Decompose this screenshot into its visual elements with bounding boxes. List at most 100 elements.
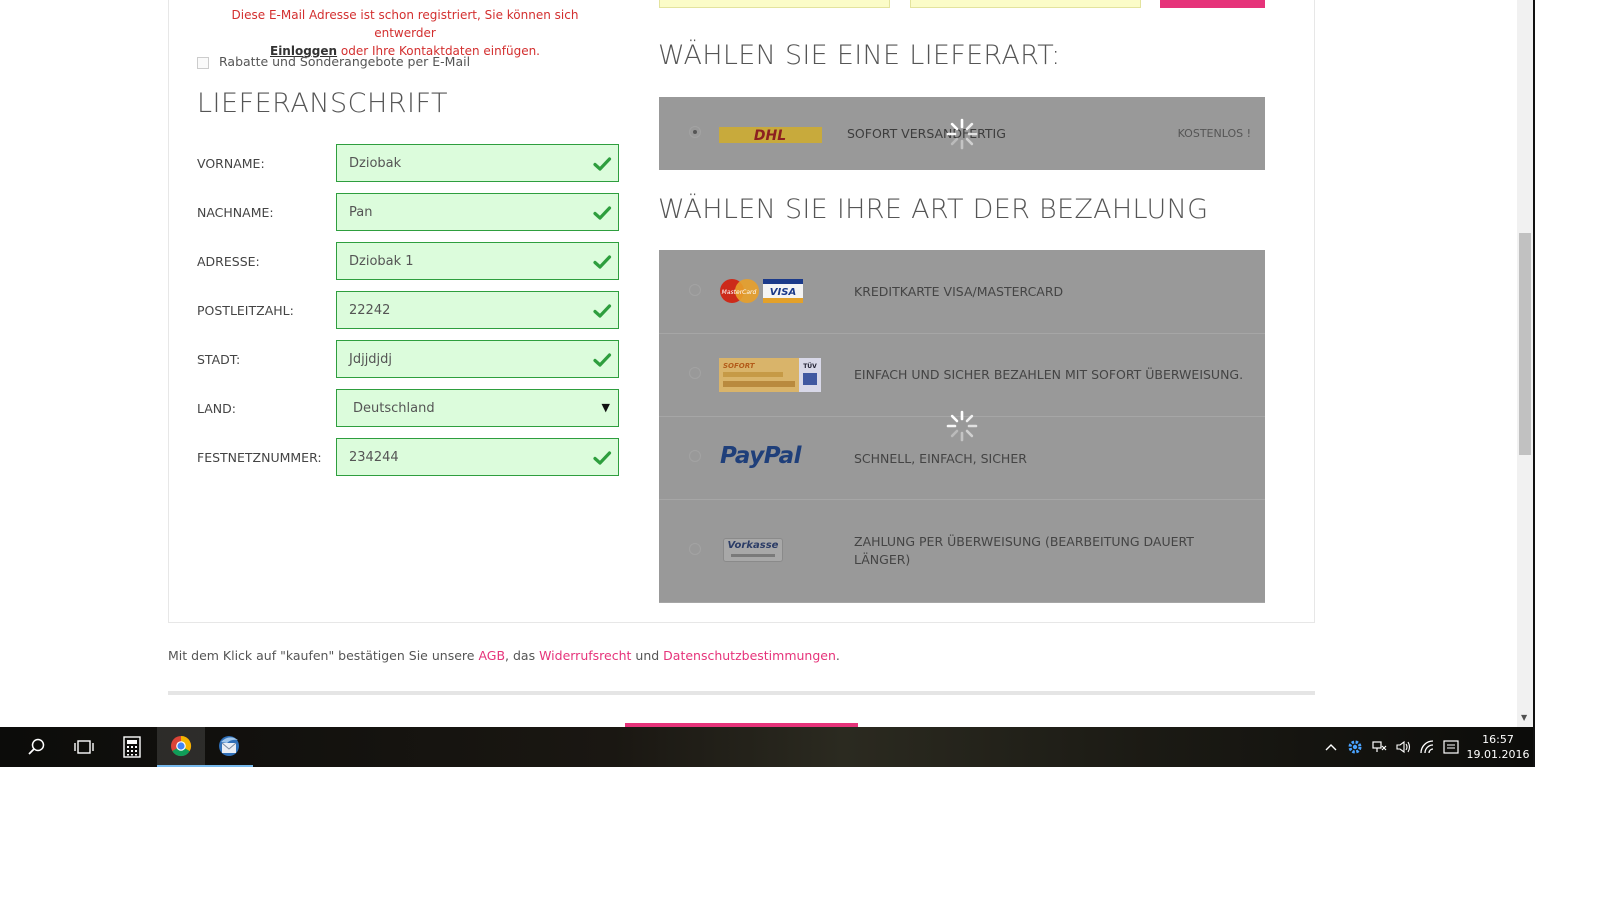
- form-row-vorname: VORNAME: Dziobak: [197, 144, 621, 182]
- system-tray: 16:57 19.01.2016: [1319, 727, 1533, 767]
- payment-radio[interactable]: [689, 450, 701, 462]
- payment-radio[interactable]: [689, 543, 701, 555]
- login-password-input[interactable]: [910, 0, 1141, 8]
- form-row-stadt: STADT: Jdjjdjdj: [197, 340, 621, 378]
- settings-gear-icon[interactable]: [1343, 727, 1367, 767]
- scroll-down-arrow-icon[interactable]: ▼: [1521, 713, 1527, 722]
- vorname-input[interactable]: Dziobak: [336, 144, 619, 182]
- legal-sep: , das: [505, 648, 536, 663]
- window-edge: [1533, 0, 1535, 767]
- svg-text:VISA: VISA: [770, 287, 796, 298]
- stadt-input[interactable]: Jdjjdjdj: [336, 340, 619, 378]
- delivery-heading: LIEFERANSCHRIFT: [197, 88, 449, 119]
- adresse-value: Dziobak 1: [349, 253, 414, 269]
- payment-radio[interactable]: [689, 284, 701, 296]
- widerrufsrecht-link[interactable]: Widerrufsrecht: [539, 648, 631, 663]
- agb-link[interactable]: AGB: [478, 648, 505, 663]
- shipping-label: SOFORT VERSANDFERTIG: [847, 126, 1006, 141]
- clock-time: 16:57: [1482, 733, 1514, 746]
- newsletter-label: Rabatte und Sonderangebote per E-Mail: [219, 54, 471, 69]
- wifi-icon[interactable]: [1415, 727, 1439, 767]
- newsletter-checkbox[interactable]: [197, 56, 209, 69]
- page-scrollbar[interactable]: ▼: [1517, 0, 1533, 727]
- login-button[interactable]: [1160, 0, 1265, 8]
- thunderbird-icon: [219, 736, 239, 756]
- form-row-nachname: NACHNAME: Pan: [197, 193, 621, 231]
- payment-option-sofort[interactable]: SOFORT TÜV EINFACH UND SICHER BEZAHLEN M…: [659, 334, 1265, 417]
- stadt-label: STADT:: [197, 351, 241, 367]
- vorkasse-logo-text: Vorkasse: [727, 540, 779, 551]
- postleitzahl-label: POSTLEITZAHL:: [197, 302, 294, 318]
- postleitzahl-input[interactable]: 22242: [336, 291, 619, 329]
- thunderbird-taskbar-button[interactable]: [205, 727, 253, 767]
- festnetz-label: FESTNETZNUMMER:: [197, 449, 322, 465]
- action-center-icon[interactable]: [1439, 727, 1463, 767]
- land-value: Deutschland: [353, 400, 435, 416]
- checkmark-icon: [593, 157, 612, 171]
- volume-icon[interactable]: [1391, 727, 1415, 767]
- shipping-heading: WÄHLEN SIE EINE LIEFERART:: [658, 40, 1061, 71]
- svg-text:TÜV: TÜV: [803, 363, 817, 370]
- chrome-icon: [171, 735, 192, 757]
- show-hidden-icons-chevron-icon[interactable]: [1319, 727, 1343, 767]
- login-email-input[interactable]: [659, 0, 890, 8]
- payment-label-sofort: EINFACH UND SICHER BEZAHLEN MIT SOFORT Ü…: [854, 367, 1244, 382]
- payment-label-paypal: SCHNELL, EINFACH, SICHER: [854, 451, 1027, 466]
- checkmark-icon: [593, 255, 612, 269]
- payment-option-creditcard[interactable]: MasterCard VISA KREDITKARTE VISA/MASTERC…: [659, 250, 1265, 334]
- legal-suffix: .: [835, 648, 840, 663]
- svg-text:MasterCard: MasterCard: [722, 289, 757, 296]
- loading-spinner-icon: [946, 118, 978, 150]
- dropdown-arrow-icon: ▼: [601, 401, 610, 414]
- network-disconnected-icon[interactable]: [1367, 727, 1391, 767]
- payment-label-vorkasse: ZAHLUNG PER ÜBERWEISUNG (BEARBEITUNG DAU…: [854, 534, 1194, 567]
- nachname-input[interactable]: Pan: [336, 193, 619, 231]
- legal-prefix: Mit dem Klick auf "kaufen" bestätigen Si…: [168, 648, 475, 663]
- form-row-postleitzahl: POSTLEITZAHL: 22242: [197, 291, 621, 329]
- festnetz-value: 234244: [349, 449, 399, 465]
- form-row-adresse: ADRESSE: Dziobak 1: [197, 242, 621, 280]
- payment-label-creditcard: KREDITKARTE VISA/MASTERCARD: [854, 284, 1064, 299]
- shipping-radio[interactable]: [689, 126, 701, 138]
- checkmark-icon: [593, 304, 612, 318]
- calculator-icon: [123, 736, 141, 758]
- chrome-taskbar-button[interactable]: [157, 727, 205, 767]
- error-text: Diese E-Mail Adresse ist schon registrie…: [231, 8, 579, 40]
- nachname-label: NACHNAME:: [197, 204, 274, 220]
- postleitzahl-value: 22242: [349, 302, 391, 318]
- dhl-logo-text: DHL: [754, 128, 786, 143]
- payment-options: MasterCard VISA KREDITKARTE VISA/MASTERC…: [659, 250, 1265, 603]
- svg-text:SOFORT: SOFORT: [723, 362, 756, 370]
- paypal-logo: PayPal: [720, 443, 801, 469]
- clock-date: 19.01.2016: [1466, 748, 1530, 761]
- datenschutz-link[interactable]: Datenschutzbestimmungen: [663, 648, 836, 663]
- sofort-logo: SOFORT TÜV: [719, 358, 821, 392]
- vorkasse-logo: Vorkasse: [723, 538, 783, 562]
- calculator-button[interactable]: [108, 727, 156, 767]
- checkmark-icon: [593, 206, 612, 220]
- browser-viewport: Diese E-Mail Adresse ist schon registrie…: [0, 0, 1533, 727]
- payment-option-vorkasse[interactable]: Vorkasse ZAHLUNG PER ÜBERWEISUNG (BEARBE…: [659, 500, 1265, 603]
- taskbar-clock[interactable]: 16:57 19.01.2016: [1463, 732, 1533, 762]
- land-select[interactable]: Deutschland ▼: [336, 389, 619, 427]
- festnetz-input[interactable]: 234244: [336, 438, 619, 476]
- loading-spinner-icon: [946, 410, 978, 442]
- task-view-icon: [74, 740, 94, 754]
- form-row-land: LAND: Deutschland ▼: [197, 389, 621, 427]
- land-label: LAND:: [197, 400, 236, 416]
- payment-radio[interactable]: [689, 367, 701, 379]
- mastercard-visa-logo: MasterCard VISA: [720, 279, 803, 303]
- newsletter-option[interactable]: Rabatte und Sonderangebote per E-Mail: [197, 54, 470, 69]
- payment-heading: WÄHLEN SIE IHRE ART DER BEZAHLUNG: [658, 194, 1209, 225]
- shipping-price: KOSTENLOS !: [1177, 127, 1251, 140]
- dhl-logo: DHL: [719, 127, 822, 143]
- scrollbar-thumb[interactable]: [1519, 233, 1531, 455]
- adresse-input[interactable]: Dziobak 1: [336, 242, 619, 280]
- email-registered-error: Diese E-Mail Adresse ist schon registrie…: [200, 6, 610, 60]
- checkmark-icon: [593, 451, 612, 465]
- search-icon: [28, 738, 45, 755]
- task-view-button[interactable]: [60, 727, 108, 767]
- nachname-value: Pan: [349, 204, 373, 220]
- search-button[interactable]: [12, 727, 60, 767]
- adresse-label: ADRESSE:: [197, 253, 260, 269]
